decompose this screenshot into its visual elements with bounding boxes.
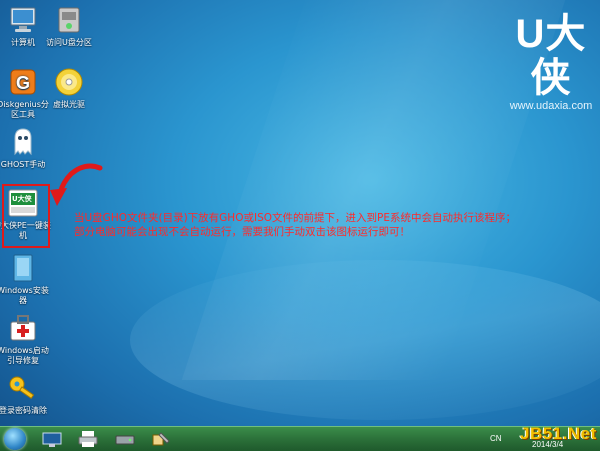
ghost-icon — [7, 126, 39, 158]
pointer-arrow-icon — [50, 163, 103, 206]
usb-disk-partition-icon — [53, 4, 85, 36]
tray-language[interactable]: CN — [490, 434, 502, 443]
desktop-icon-label: 登录密码清除 — [0, 406, 47, 415]
computer-icon — [7, 4, 39, 36]
message-line-1: 当U盘GHO文件夹(目录)下放有GHO或ISO文件的前提下，进入到PE系统中会自… — [74, 212, 516, 224]
light-glow — [130, 260, 600, 420]
message-line-2: 部分电脑可能会出现不会自动运行，需要我们手动双击该图标运行即可！ — [74, 226, 410, 238]
desktop-icon[interactable] — [42, 430, 62, 448]
password-reset-icon — [7, 372, 39, 404]
desktop-icon-label: Windows安装器 — [0, 286, 49, 305]
highlight-box — [2, 184, 50, 248]
desktop-icon-windows-installer[interactable]: Windows安装器 — [0, 252, 52, 306]
desktop-icon-label: Windows启动引导修复 — [0, 346, 49, 365]
taskbar: CN 2014/3/4 — [0, 426, 600, 451]
desktop-icon-boot-repair[interactable]: Windows启动引导修复 — [0, 312, 52, 366]
desktop-icon-virtual-cd[interactable]: 虚拟光驱 — [40, 66, 98, 110]
windows-installer-icon — [7, 252, 39, 284]
desktop-icon-label: 访问U盘分区 — [46, 38, 92, 47]
instruction-message: 当U盘GHO文件夹(目录)下放有GHO或ISO文件的前提下，进入到PE系统中会自… — [74, 211, 534, 239]
watermark: JB51.Net — [520, 424, 597, 443]
desktop-icon-label: 虚拟光驱 — [53, 100, 85, 109]
printer-icon[interactable] — [78, 430, 98, 448]
drive-icon[interactable] — [115, 430, 135, 448]
start-orb-icon[interactable] — [4, 428, 26, 450]
desktop-icon-usb-partition[interactable]: 访问U盘分区 — [40, 4, 98, 48]
windows-boot-repair-icon — [7, 312, 39, 344]
brand-logo: U大侠 — [515, 12, 587, 100]
diskgenius-icon: G — [7, 66, 39, 98]
brand: U大侠 www.udaxia.com — [506, 12, 596, 112]
desktop-icon-password-reset[interactable]: 登录密码清除 — [0, 372, 52, 416]
brand-url: www.udaxia.com — [509, 100, 593, 112]
virtual-cd-icon — [53, 66, 85, 98]
svg-text:G: G — [16, 73, 30, 93]
tools-icon[interactable] — [151, 430, 171, 448]
